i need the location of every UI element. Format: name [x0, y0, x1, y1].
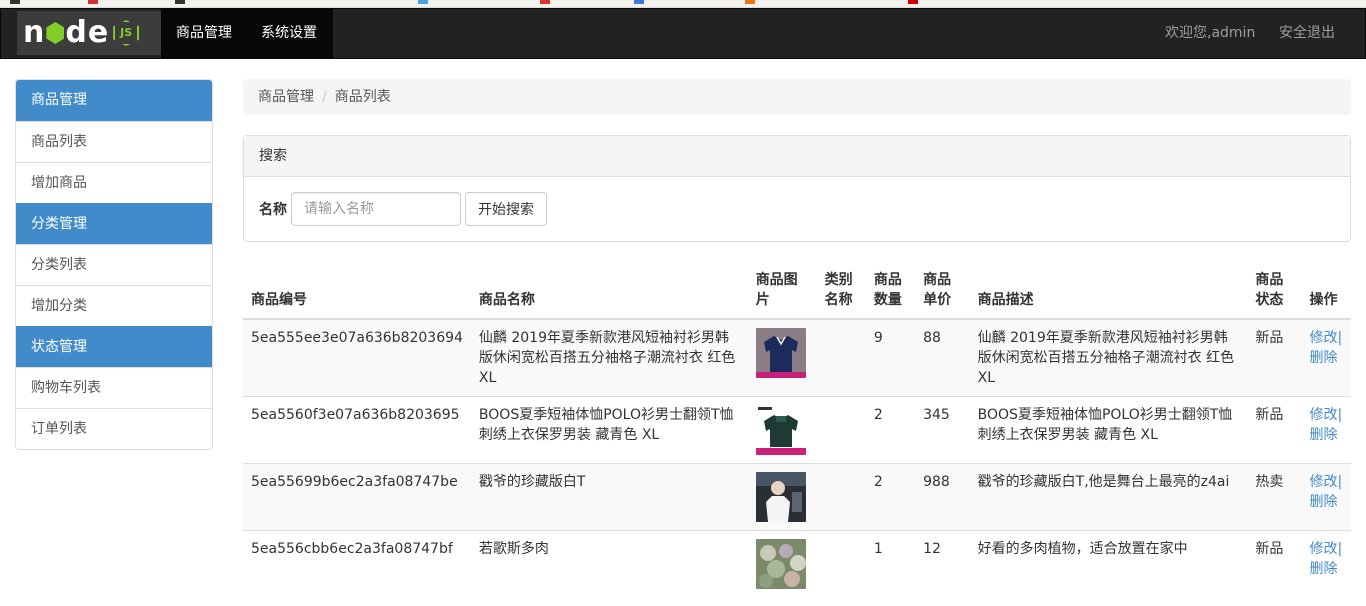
cell-id: 5ea55699b6ec2a3fa08747be: [243, 463, 471, 531]
welcome-user[interactable]: 欢迎您,admin: [1165, 9, 1255, 58]
cell-status: 新品: [1247, 530, 1302, 597]
cell-actions: 修改| 删除: [1301, 463, 1351, 531]
sidebar-item-add-product[interactable]: 增加商品: [16, 162, 212, 203]
cell-name: 仙麟 2019年夏季新款港风短袖衬衫男韩版休闲宽松百搭五分袖格子潮流衬衣 红色 …: [470, 318, 748, 397]
cell-actions: 修改| 删除: [1301, 396, 1351, 464]
search-button[interactable]: 开始搜索: [465, 192, 547, 226]
logo-text: n de: [23, 15, 110, 50]
breadcrumb-separator: /: [322, 89, 327, 105]
cell-status: 热卖: [1247, 463, 1302, 531]
product-image-succulents: [755, 539, 806, 589]
cell-id: 5ea555ee3e07a636b8203694: [243, 318, 471, 397]
header-actions: 操作: [1301, 262, 1351, 320]
table-header-row: 商品编号 商品名称 商品图片 类别名称 商品数量 商品单价 商品描述 商品状态 …: [243, 262, 1351, 320]
logout-link[interactable]: 安全退出: [1279, 9, 1335, 58]
cell-description: BOOS夏季短袖体恤POLO衫男士翻领T恤刺绣上衣保罗男装 藏青色 XL: [969, 396, 1248, 464]
cell-image: [747, 318, 817, 397]
cell-image: [747, 463, 817, 531]
cell-image: [747, 530, 817, 597]
breadcrumb-current: 商品列表: [334, 89, 391, 105]
header-price: 商品单价: [915, 262, 970, 320]
cell-description: 戳爷的珍藏版白T,他是舞台上最亮的z4ai: [969, 463, 1248, 531]
sidebar-item-status-management[interactable]: 状态管理: [16, 326, 212, 367]
delete-link[interactable]: 删除: [1309, 427, 1337, 443]
cell-name: 戳爷的珍藏版白T: [470, 463, 748, 531]
cell-actions: 修改| 删除: [1301, 530, 1351, 597]
cell-price: 12: [915, 530, 970, 597]
product-image-navy-polo: [755, 328, 806, 378]
cell-id: 5ea556cbb6ec2a3fa08747bf: [243, 530, 471, 597]
header-category: 类别名称: [816, 262, 866, 320]
product-table: 商品编号 商品名称 商品图片 类别名称 商品数量 商品单价 商品描述 商品状态 …: [243, 262, 1351, 597]
sidebar-item-category-list[interactable]: 分类列表: [16, 244, 212, 285]
hexagon-icon: [46, 22, 65, 44]
node-logo[interactable]: n de JS: [17, 11, 161, 55]
table-row: 5ea555ee3e07a636b8203694 仙麟 2019年夏季新款港风短…: [243, 318, 1351, 397]
breadcrumb-product-management[interactable]: 商品管理: [258, 89, 314, 105]
cell-description: 好看的多肉植物，适合放置在家中: [969, 530, 1248, 597]
product-image-dark-green-polo: [755, 405, 806, 455]
header-description: 商品描述: [969, 262, 1248, 320]
cell-category: [816, 463, 866, 531]
cell-category: [816, 318, 866, 397]
cell-price: 345: [915, 396, 970, 464]
edit-link[interactable]: 修改|: [1309, 474, 1342, 490]
delete-link[interactable]: 删除: [1309, 494, 1337, 510]
cell-status: 新品: [1247, 396, 1302, 464]
cell-category: [816, 530, 866, 597]
cell-category: [816, 396, 866, 464]
header-quantity: 商品数量: [865, 262, 916, 320]
header-image: 商品图片: [747, 262, 817, 320]
cell-id: 5ea5560f3e07a636b8203695: [243, 396, 471, 464]
cell-name: BOOS夏季短袖体恤POLO衫男士翻领T恤刺绣上衣保罗男装 藏青色 XL: [470, 396, 748, 464]
browser-bookmarks-strip: [0, 0, 1366, 8]
delete-link[interactable]: 删除: [1309, 350, 1337, 366]
table-row: 5ea5560f3e07a636b8203695 BOOS夏季短袖体恤POLO衫…: [243, 396, 1351, 464]
sidebar-item-cart-list[interactable]: 购物车列表: [16, 367, 212, 408]
sidebar-item-product-list[interactable]: 商品列表: [16, 121, 212, 162]
cell-quantity: 2: [865, 463, 916, 531]
cell-price: 988: [915, 463, 970, 531]
table-row: 5ea55699b6ec2a3fa08747be 戳爷的珍藏版白T 2 988 …: [243, 463, 1351, 531]
cell-quantity: 2: [865, 396, 916, 464]
sidebar-item-category-management[interactable]: 分类管理: [16, 203, 212, 244]
nav-product-management[interactable]: 商品管理: [176, 9, 232, 58]
search-label: 名称: [259, 202, 287, 218]
edit-link[interactable]: 修改|: [1309, 407, 1342, 423]
sidebar-item-product-management[interactable]: 商品管理: [16, 80, 212, 121]
breadcrumb: 商品管理 / 商品列表: [243, 79, 1351, 115]
cell-quantity: 1: [865, 530, 916, 597]
cell-actions: 修改| 删除: [1301, 318, 1351, 397]
edit-link[interactable]: 修改|: [1309, 541, 1342, 557]
cell-status: 新品: [1247, 318, 1302, 397]
search-input[interactable]: [291, 192, 461, 226]
cell-description: 仙麟 2019年夏季新款港风短袖衬衫男韩版休闲宽松百搭五分袖格子潮流衬衣 红色 …: [969, 318, 1248, 397]
search-panel-heading: 搜索: [244, 136, 1350, 177]
header-status: 商品状态: [1247, 262, 1302, 320]
js-badge-icon: JS: [113, 20, 140, 46]
product-image-white-tshirt: [755, 472, 806, 522]
header-id: 商品编号: [243, 262, 471, 320]
cell-price: 88: [915, 318, 970, 397]
header-name: 商品名称: [470, 262, 748, 320]
cell-name: 若歌斯多肉: [470, 530, 748, 597]
nav-system-settings[interactable]: 系统设置: [261, 9, 317, 58]
cell-quantity: 9: [865, 318, 916, 397]
delete-link[interactable]: 删除: [1309, 561, 1337, 577]
sidebar-item-order-list[interactable]: 订单列表: [16, 408, 212, 449]
sidebar-item-add-category[interactable]: 增加分类: [16, 285, 212, 326]
top-navbar: n de JS 商品管理 系统设置 欢迎您,admin 安全退出: [0, 8, 1366, 59]
cell-image: [747, 396, 817, 464]
edit-link[interactable]: 修改|: [1309, 330, 1342, 346]
sidebar: 商品管理 商品列表 增加商品 分类管理 分类列表 增加分类 状态管理 购物车列表…: [15, 79, 213, 450]
table-row: 5ea556cbb6ec2a3fa08747bf 若歌斯多肉 1 12 好看的多…: [243, 530, 1351, 597]
